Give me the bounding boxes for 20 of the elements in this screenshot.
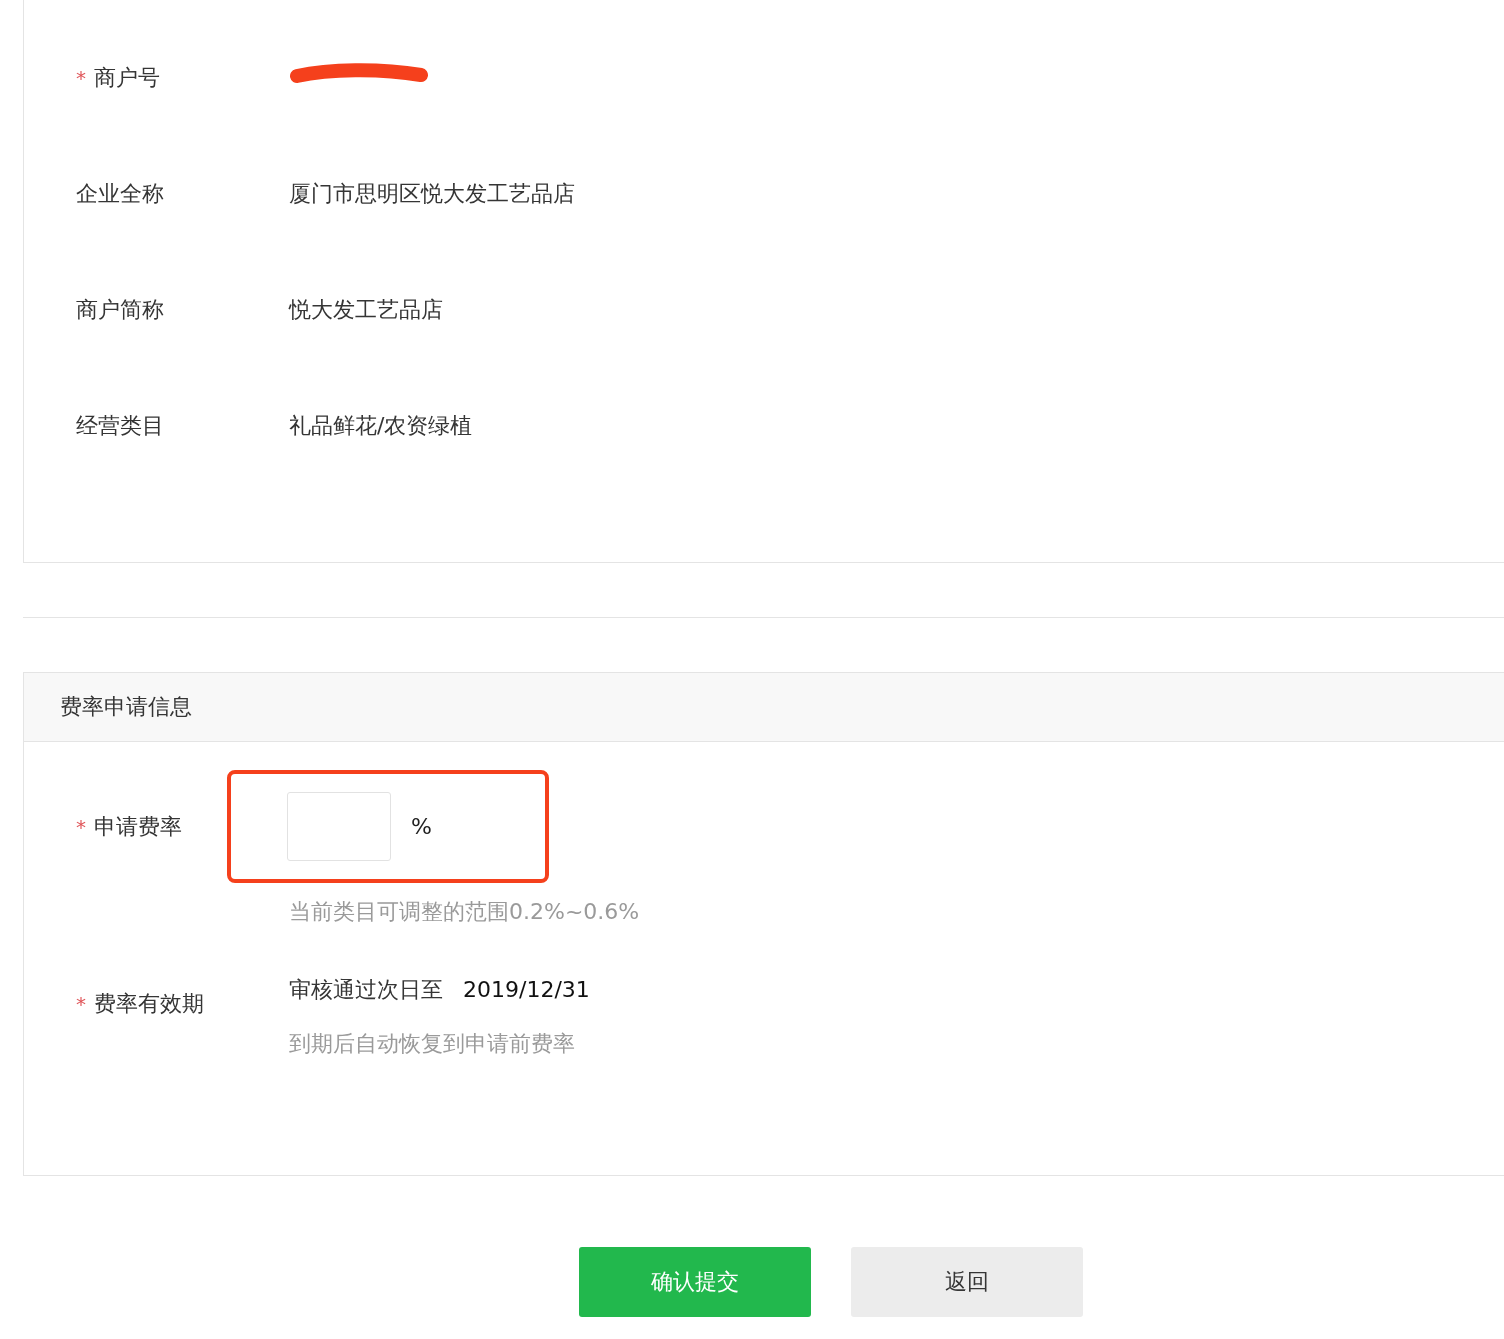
field-value: 审核通过次日至 (289, 976, 443, 1004)
field-label: 商户号 (94, 64, 160, 92)
rate-input[interactable] (287, 792, 391, 861)
back-button[interactable]: 返回 (851, 1247, 1083, 1317)
section-title: 费率申请信息 (60, 693, 192, 721)
required-mark: * (76, 814, 87, 839)
required-mark: * (76, 66, 87, 90)
field-value: 厦门市思明区悦大发工艺品店 (289, 180, 575, 208)
field-label: 申请费率 (94, 812, 182, 841)
hint-text: 当前类目可调整的范围0.2%~0.6% (289, 898, 640, 926)
date-value: 2019/12/31 (463, 976, 590, 1004)
field-label: 企业全称 (76, 180, 164, 208)
field-value: 礼品鲜花/农资绿植 (289, 412, 473, 440)
hint-text: 到期后自动恢复到申请前费率 (289, 1030, 576, 1058)
field-label: 费率有效期 (94, 990, 204, 1018)
field-label: 经营类目 (76, 412, 164, 440)
unit-label: % (411, 814, 432, 839)
field-value: 悦大发工艺品店 (289, 296, 443, 324)
required-mark: * (76, 992, 87, 1016)
field-label: 商户简称 (76, 296, 164, 324)
